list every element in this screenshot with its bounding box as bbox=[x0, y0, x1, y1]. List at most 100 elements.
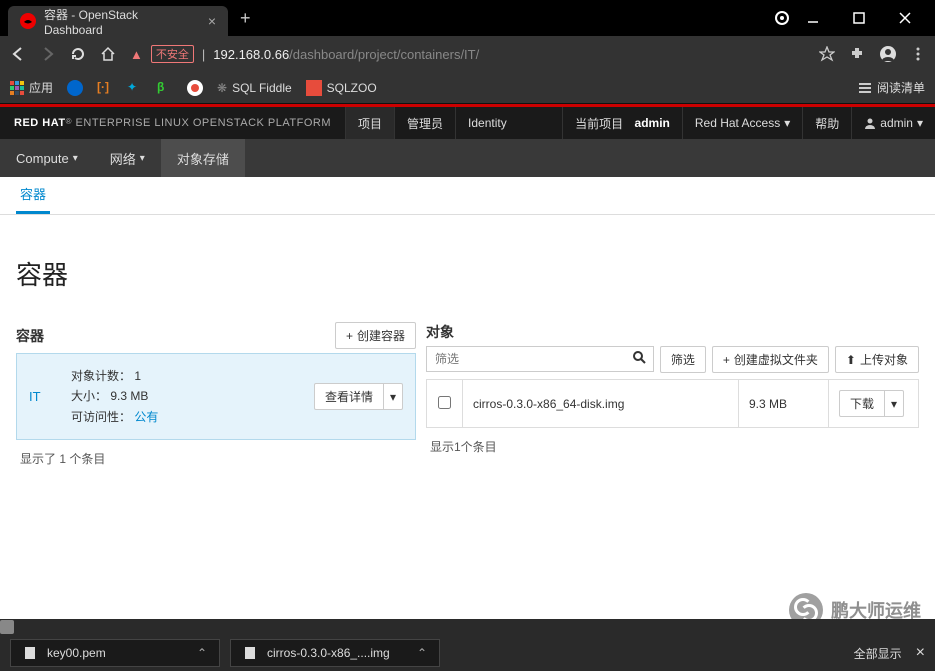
create-container-button[interactable]: +创建容器 bbox=[335, 322, 416, 349]
nav-identity[interactable]: Identity bbox=[455, 107, 519, 139]
filter-button[interactable]: 筛选 bbox=[660, 346, 706, 373]
url-path: /dashboard/project/containers/IT/ bbox=[289, 47, 479, 62]
window-controls bbox=[775, 11, 927, 25]
browser-tab[interactable]: 容器 - OpenStack Dashboard × bbox=[8, 6, 228, 36]
url-field[interactable]: ▲ 不安全 | 192.168.0.66/dashboard/project/c… bbox=[130, 45, 807, 63]
chevron-up-icon[interactable]: ⌃ bbox=[417, 646, 427, 660]
object-actions-dropdown[interactable]: ▾ bbox=[885, 390, 904, 417]
caret-down-icon: ▾ bbox=[390, 390, 396, 404]
browser-titlebar: 容器 - OpenStack Dashboard × + bbox=[0, 0, 935, 36]
tab-close-icon[interactable]: × bbox=[208, 13, 216, 29]
search-icon[interactable] bbox=[633, 351, 646, 364]
brand-logo: RED HAT® ENTERPRISE LINUX OPENSTACK PLAT… bbox=[0, 117, 345, 129]
containers-panel-title: 容器 bbox=[16, 326, 44, 346]
plus-icon: + bbox=[346, 329, 353, 343]
bookmark-item[interactable] bbox=[67, 80, 83, 96]
scrollbar-thumb[interactable] bbox=[0, 620, 14, 634]
container-name: IT bbox=[29, 389, 59, 404]
star-icon[interactable] bbox=[819, 46, 835, 62]
redhat-favicon bbox=[20, 13, 36, 29]
url-host: 192.168.0.66 bbox=[213, 47, 289, 62]
reading-list-button[interactable]: 阅读清单 bbox=[858, 79, 925, 96]
warning-icon: ▲ bbox=[130, 47, 143, 62]
secondary-nav: Compute▾ 网络▾ 对象存储 bbox=[0, 139, 935, 177]
filter-input[interactable] bbox=[426, 346, 654, 372]
home-button[interactable] bbox=[100, 46, 118, 62]
show-all-downloads[interactable]: 全部显示 bbox=[854, 645, 902, 662]
filter-input-wrapper bbox=[426, 346, 654, 373]
profile-icon[interactable] bbox=[879, 45, 897, 63]
bookmark-item[interactable]: β bbox=[157, 80, 173, 96]
user-menu[interactable]: admin▾ bbox=[851, 107, 935, 139]
horizontal-scrollbar[interactable] bbox=[0, 619, 935, 635]
downloads-bar: key00.pem ⌃ cirros-0.3.0-x86_....img ⌃ 全… bbox=[0, 635, 935, 671]
upload-object-button[interactable]: ⬆上传对象 bbox=[835, 346, 919, 373]
account-indicator-icon[interactable] bbox=[775, 11, 789, 25]
table-row: cirros-0.3.0-x86_64-disk.img 9.3 MB 下载 ▾ bbox=[427, 380, 919, 428]
objects-table: cirros-0.3.0-x86_64-disk.img 9.3 MB 下载 ▾ bbox=[426, 379, 919, 428]
file-icon bbox=[23, 646, 37, 660]
current-project[interactable]: 当前项目 admin bbox=[562, 107, 682, 139]
bookmarks-bar: 应用 [·] ✦ β ❋SQL Fiddle SQLZOO 阅读清单 bbox=[0, 72, 935, 104]
container-actions: 查看详情 ▾ bbox=[314, 383, 403, 410]
tab-containers[interactable]: 容器 bbox=[16, 176, 50, 214]
chevron-down-icon: ▾ bbox=[73, 153, 78, 164]
subnav-object-storage[interactable]: 对象存储 bbox=[161, 139, 245, 177]
download-item[interactable]: key00.pem ⌃ bbox=[10, 639, 220, 667]
download-button[interactable]: 下载 bbox=[839, 390, 885, 417]
subnav-compute[interactable]: Compute▾ bbox=[0, 139, 94, 177]
help-link[interactable]: 帮助 bbox=[802, 107, 851, 139]
main-content: 容器 容器 +创建容器 IT 对象计数： 1 大小： 9.3 MB 可访问性： … bbox=[0, 215, 935, 493]
minimize-button[interactable] bbox=[807, 12, 835, 24]
container-actions-dropdown[interactable]: ▾ bbox=[384, 383, 403, 410]
object-size-cell: 9.3 MB bbox=[739, 380, 829, 428]
close-window-button[interactable] bbox=[899, 12, 927, 24]
new-tab-button[interactable]: + bbox=[240, 8, 251, 29]
bookmark-sqlfiddle[interactable]: ❋SQL Fiddle bbox=[217, 81, 292, 95]
redhat-access-menu[interactable]: Red Hat Access▾ bbox=[682, 107, 802, 139]
extensions-icon[interactable] bbox=[849, 46, 865, 62]
menu-icon[interactable] bbox=[911, 47, 925, 61]
chevron-down-icon: ▾ bbox=[917, 116, 923, 130]
containers-summary: 显示了 1 个条目 bbox=[16, 440, 416, 477]
tab-title: 容器 - OpenStack Dashboard bbox=[44, 6, 200, 37]
apps-button[interactable]: 应用 bbox=[10, 79, 53, 96]
maximize-button[interactable] bbox=[853, 12, 881, 24]
view-details-button[interactable]: 查看详情 bbox=[314, 383, 384, 410]
forward-button[interactable] bbox=[40, 46, 58, 62]
page-title: 容器 bbox=[16, 255, 919, 292]
download-item[interactable]: cirros-0.3.0-x86_....img ⌃ bbox=[230, 639, 440, 667]
browser-address-bar: ▲ 不安全 | 192.168.0.66/dashboard/project/c… bbox=[0, 36, 935, 72]
subnav-network[interactable]: 网络▾ bbox=[94, 139, 161, 177]
object-name-cell: cirros-0.3.0-x86_64-disk.img bbox=[463, 380, 739, 428]
containers-panel: 容器 +创建容器 IT 对象计数： 1 大小： 9.3 MB 可访问性： 公有 … bbox=[16, 322, 416, 477]
row-checkbox[interactable] bbox=[438, 396, 451, 409]
back-button[interactable] bbox=[10, 46, 28, 62]
objects-panel: 对象 筛选 +创建虚拟文件夹 ⬆上传对象 bbox=[426, 322, 919, 477]
plus-icon: + bbox=[723, 353, 730, 367]
page-tabs: 容器 bbox=[0, 177, 935, 215]
user-icon bbox=[864, 117, 876, 129]
container-row-selected[interactable]: IT 对象计数： 1 大小： 9.3 MB 可访问性： 公有 查看详情 ▾ bbox=[16, 353, 416, 440]
insecure-badge: 不安全 bbox=[151, 45, 194, 63]
access-link[interactable]: 公有 bbox=[134, 410, 158, 424]
nav-admin[interactable]: 管理员 bbox=[394, 107, 455, 139]
bookmark-sqlzoo[interactable]: SQLZOO bbox=[306, 80, 377, 96]
bookmark-item[interactable] bbox=[187, 80, 203, 96]
create-folder-button[interactable]: +创建虚拟文件夹 bbox=[712, 346, 829, 373]
bookmark-item[interactable]: [·] bbox=[97, 80, 113, 96]
caret-down-icon: ▾ bbox=[891, 397, 897, 411]
chevron-down-icon: ▾ bbox=[140, 153, 145, 164]
openstack-header: RED HAT® ENTERPRISE LINUX OPENSTACK PLAT… bbox=[0, 107, 935, 139]
reload-button[interactable] bbox=[70, 46, 88, 62]
upload-icon: ⬆ bbox=[846, 353, 856, 367]
container-meta: 对象计数： 1 大小： 9.3 MB 可访问性： 公有 bbox=[71, 366, 302, 427]
close-downloads-bar[interactable]: × bbox=[916, 644, 925, 662]
objects-panel-title: 对象 bbox=[426, 322, 454, 342]
nav-project[interactable]: 项目 bbox=[345, 107, 394, 139]
chevron-down-icon: ▾ bbox=[784, 116, 790, 130]
chevron-up-icon[interactable]: ⌃ bbox=[197, 646, 207, 660]
bookmark-item[interactable]: ✦ bbox=[127, 80, 143, 96]
objects-summary: 显示1个条目 bbox=[426, 428, 919, 465]
file-icon bbox=[243, 646, 257, 660]
